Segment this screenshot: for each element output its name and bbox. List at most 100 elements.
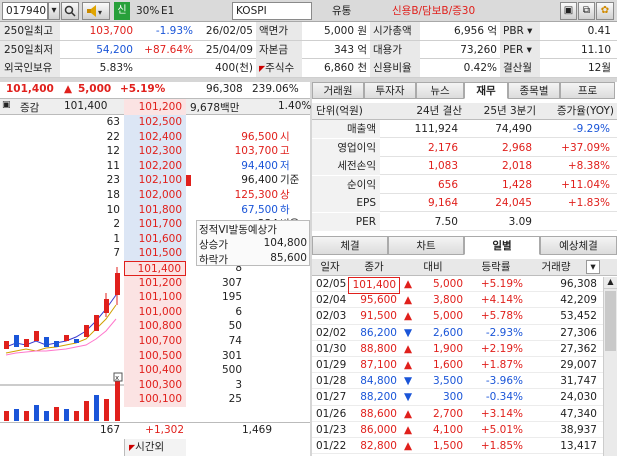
daily-col: 대비 <box>423 261 443 273</box>
summary-value: 11.10 <box>580 43 611 56</box>
ask-info-key: 기준 <box>280 174 300 187</box>
bid-row[interactable]: 100,300 3 <box>124 377 310 393</box>
scroll-thumb[interactable] <box>605 291 616 351</box>
summary-label: PER ▾ <box>500 40 540 59</box>
window-icon[interactable]: ▣ <box>560 2 577 20</box>
code-dropdown-icon[interactable]: ▾ <box>48 2 60 20</box>
bid-row[interactable]: 100,500 301 <box>124 348 310 364</box>
summary-row: 250일최고 103,700 -1.93% 26/02/05 액면가 5,000… <box>0 22 617 41</box>
ask-qty: 18 <box>106 189 120 201</box>
daily-row[interactable]: 01/23 86,000 ▲ 4,100 +5.01% 38,937 <box>312 423 603 438</box>
tab2-3[interactable]: 예상체결 <box>540 236 617 255</box>
orderbook-cur-price: 101,200 <box>124 99 186 115</box>
total-ask-qty: 167 <box>99 424 120 436</box>
daily-col: 일자 <box>320 261 340 273</box>
fin-col: 24년 결산 <box>416 105 462 117</box>
daily-row[interactable]: 01/30 88,800 ▲ 1,900 +2.19% 27,362 <box>312 342 603 357</box>
daily-rate: -0.34% <box>485 391 523 404</box>
gear-icon[interactable]: ✿ <box>596 2 614 20</box>
daily-volume: 96,308 <box>560 278 597 290</box>
daily-dropdown-icon[interactable]: ▾ <box>586 260 600 274</box>
tab2-2[interactable]: 일별 <box>464 236 540 255</box>
daily-row[interactable]: 01/26 88,600 ▲ 2,700 +3.14% 47,340 <box>312 407 603 422</box>
summary-label: ◤주식수 <box>256 59 302 77</box>
bid-price: 100,400 <box>124 363 186 378</box>
tab-2[interactable]: 뉴스 <box>416 82 464 99</box>
copy-icon[interactable]: ⧉ <box>578 2 595 20</box>
daily-row[interactable]: 01/28 84,800 ▼ 3,500 -3.96% 31,747 <box>312 374 603 390</box>
summary-label: 250일최고 <box>0 22 60 40</box>
search-icon[interactable] <box>61 2 79 20</box>
speaker-icon[interactable]: ▾ <box>82 2 110 20</box>
tab-3[interactable]: 재무 <box>464 82 508 99</box>
summary-row: 250일최저 54,200 +87.64% 25/04/09 자본금 343 억… <box>0 40 617 59</box>
stock-code-input[interactable]: 017940 <box>2 2 48 20</box>
expand-icon[interactable]: ▣ <box>2 100 11 110</box>
summary-label: 액면가 <box>256 22 302 40</box>
arrow-up-icon: ▲ <box>64 83 73 95</box>
daily-rate: -3.96% <box>485 375 523 388</box>
bid-row[interactable]: 100,100 25 <box>124 392 310 407</box>
summary-label: PBR ▾ <box>500 22 540 40</box>
daily-close: 88,600 <box>360 407 397 420</box>
ask-info-value: 67,500 <box>241 203 278 216</box>
bid-row[interactable]: 100,400 500 <box>124 363 310 378</box>
daily-scrollbar[interactable]: ▲ <box>603 277 617 456</box>
ask-info-value: 96,500 <box>241 130 278 143</box>
tab-1[interactable]: 투자자 <box>364 82 416 99</box>
tab2-1[interactable]: 차트 <box>388 236 464 255</box>
daily-date: 02/03 <box>316 310 347 323</box>
bid-qty: 6 <box>235 305 242 318</box>
fin-value: 1,428 <box>501 178 532 191</box>
summary-label-text: 주식수 <box>265 62 295 74</box>
daily-close: 95,600 <box>360 294 397 307</box>
after-hours-label[interactable]: ◤시간외 <box>124 439 186 456</box>
fin-growth: +1.83% <box>567 197 610 209</box>
tab-4[interactable]: 종목별 <box>508 82 560 99</box>
daily-row[interactable]: 02/04 95,600 ▲ 3,800 +4.14% 42,209 <box>312 293 603 309</box>
bid-row[interactable]: 101,000 6 <box>124 304 310 320</box>
fin-row: 세전손익 1,083 2,018 +8.38% <box>312 157 617 175</box>
daily-volume: 53,452 <box>560 310 597 323</box>
summary-row: 외국인보유 5.83% 400(천) ◤주식수 6,860 천 신용비율 0.4… <box>0 59 617 78</box>
daily-row[interactable]: 02/05 101,400 ▲ 5,000 +5.19% 96,308 <box>312 277 603 295</box>
summary-label: 250일최저 <box>0 40 60 59</box>
bid-qty: 301 <box>221 349 242 362</box>
after-hours-text: 시간외 <box>135 441 165 453</box>
fin-label: 순이익 <box>312 175 380 194</box>
ask-row[interactable]: 63 102,500 <box>0 115 310 130</box>
fin-value: 2,176 <box>427 141 458 154</box>
daily-arrow-icon: ▲ <box>404 294 413 307</box>
daily-date: 02/04 <box>316 294 347 307</box>
fin-value: 3.09 <box>508 215 532 228</box>
bid-row[interactable]: 100,800 50 <box>124 319 310 334</box>
daily-row[interactable]: 02/03 91,500 ▲ 5,000 +5.78% 53,452 <box>312 309 603 325</box>
daily-row[interactable]: 01/29 87,100 ▲ 1,600 +1.87% 29,007 <box>312 358 603 374</box>
daily-row[interactable]: 01/27 88,200 ▼ 300 -0.34% 24,030 <box>312 390 603 406</box>
summary-value: 0.42% <box>463 62 497 74</box>
daily-change: 300 <box>442 391 463 404</box>
daily-volume: 31,747 <box>560 375 597 388</box>
bid-row[interactable]: 101,100 195 <box>124 290 310 305</box>
ask-qty: 7 <box>113 247 120 260</box>
fin-growth: -9.29% <box>572 123 610 135</box>
fin-value: 2,018 <box>501 160 532 172</box>
daily-date: 01/26 <box>316 407 347 420</box>
bid-price: 101,200 <box>124 275 186 291</box>
bid-price: 100,300 <box>124 377 186 393</box>
daily-row[interactable]: 02/02 86,200 ▼ 2,600 -2.93% 27,306 <box>312 326 603 341</box>
daily-date: 01/29 <box>316 359 347 371</box>
price-change: 5,000 <box>78 83 112 95</box>
tab-5[interactable]: 프로 <box>560 82 615 99</box>
daily-arrow-icon: ▲ <box>404 310 413 323</box>
tab-0[interactable]: 거래원 <box>312 82 364 99</box>
scroll-up-icon[interactable]: ▲ <box>604 277 617 289</box>
bid-row[interactable]: 100,700 74 <box>124 334 310 349</box>
summary-label: 신용비율 <box>370 59 420 77</box>
tab2-0[interactable]: 체결 <box>312 236 388 255</box>
bid-row[interactable]: 101,200 307 <box>124 275 310 291</box>
daily-change: 1,600 <box>432 359 463 371</box>
daily-row[interactable]: 01/22 82,800 ▲ 1,500 +1.85% 13,417 <box>312 439 603 455</box>
summary-label: 외국인보유 <box>0 59 60 77</box>
fin-label: 매출액 <box>312 120 380 138</box>
